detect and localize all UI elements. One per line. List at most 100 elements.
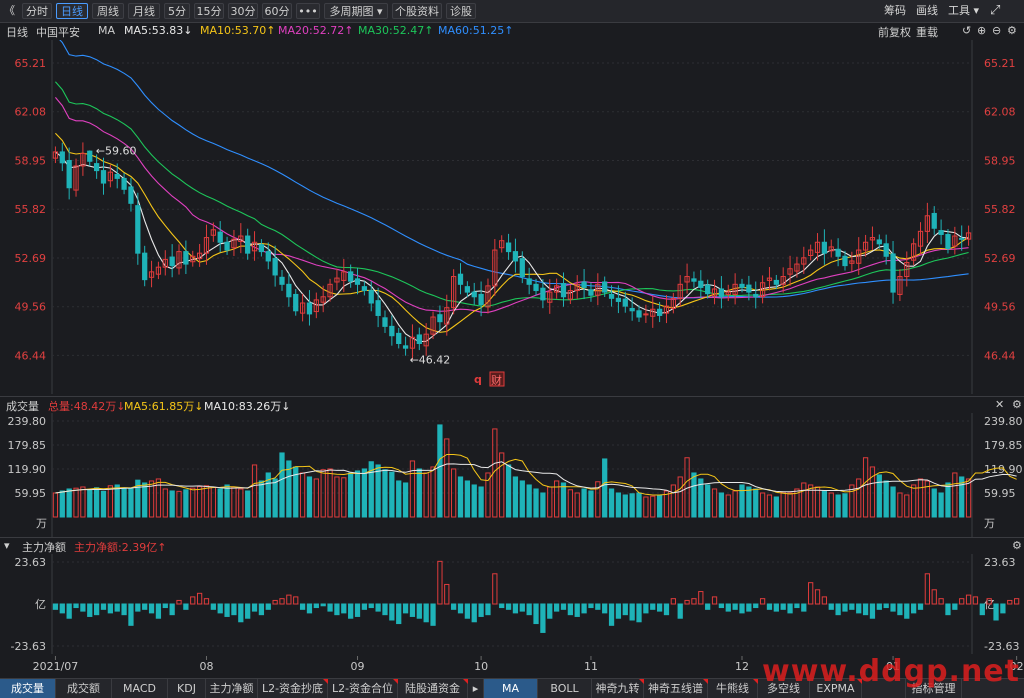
volume-bar <box>773 496 779 518</box>
period-tab-10[interactable]: 个股资料 <box>392 3 442 19</box>
volume-bar <box>196 486 203 518</box>
indicator-tab-4[interactable]: 主力净额 <box>206 679 258 698</box>
volume-bar <box>272 478 278 518</box>
volume-bar <box>602 458 608 518</box>
period-tab-4[interactable]: 5分 <box>164 3 190 19</box>
zoom-out-icon[interactable]: ⊖ <box>992 24 1001 37</box>
period-tab-1[interactable]: 日线 <box>56 3 88 19</box>
volume-bar <box>306 476 313 518</box>
info-adjust_label[interactable]: 前复权 <box>878 24 911 40</box>
flow-bar <box>1000 603 1006 614</box>
period-tab-3[interactable]: 月线 <box>128 3 160 19</box>
flow-bar <box>739 603 745 614</box>
period-tab-9[interactable]: 多周期图 ▾ <box>324 3 388 19</box>
flow-bar <box>547 603 553 619</box>
flow-bar <box>437 560 443 605</box>
volume-bar <box>553 480 560 518</box>
flow-tick-left: -23.63 <box>11 640 46 653</box>
expand-icon[interactable]: ⤢ <box>990 3 1000 19</box>
period-tab-0[interactable]: 分时 <box>22 3 52 19</box>
volume-header: 成交量 总量:48.42万↓ MA5:61.85万↓ MA10:83.26万↓ ✕ ⚙ <box>0 396 1024 414</box>
indicator-tab-10[interactable]: BOLL <box>538 679 592 698</box>
candle-body <box>396 332 402 345</box>
volume-bar <box>656 494 663 518</box>
toolbar-right-0[interactable]: 筹码 <box>884 3 906 19</box>
flow-bar <box>121 603 127 616</box>
volume-bar <box>176 490 182 518</box>
candle-body <box>128 186 134 204</box>
indicator-tab-3[interactable]: KDJ <box>168 679 206 698</box>
flow-bar <box>148 603 155 614</box>
info-reload_label[interactable]: 重载 <box>916 24 938 40</box>
indicator-tab-9[interactable]: MA <box>484 679 538 698</box>
flow-value-label: 主力净额:2.39亿↑ <box>74 541 167 554</box>
volume-bar <box>348 472 354 518</box>
flow-bar <box>80 603 86 612</box>
indicator-tab-8[interactable]: ▸ <box>468 679 484 698</box>
undo-icon[interactable]: ↺ <box>962 24 971 37</box>
toolbar-right-2[interactable]: 工具 ▾ <box>948 3 979 19</box>
volume-bar <box>279 452 285 518</box>
price-tick-right: 52.69 <box>984 252 1016 265</box>
period-tab-6[interactable]: 30分 <box>228 3 258 19</box>
flow-settings-icon[interactable]: ⚙ <box>1012 539 1022 552</box>
flow-bar <box>684 599 690 605</box>
indicator-tab-11[interactable]: 神奇九转 <box>592 679 644 698</box>
period-tab-11[interactable]: 诊股 <box>446 3 476 19</box>
period-tab-2[interactable]: 周线 <box>92 3 124 19</box>
zoom-in-icon[interactable]: ⊕ <box>977 24 986 37</box>
flow-bar <box>574 603 580 617</box>
price-chart[interactable]: 65.21 65.21 62.08 62.08 58.95 58.95 55.82 55.82… <box>0 34 1024 394</box>
indicator-tab-12[interactable]: 神奇五线谱 <box>644 679 708 698</box>
back-icon[interactable]: 《 <box>4 3 18 19</box>
flow-bar <box>348 603 354 619</box>
flow-bar <box>540 603 546 633</box>
indicator-tab-2[interactable]: MACD <box>112 679 168 698</box>
flow-bar <box>306 603 313 614</box>
indicator-infobar: 日线 中国平安 MA MA5:53.83↓ MA10:53.70↑ MA20:52.72↑… <box>0 22 1024 40</box>
volume-bar <box>705 484 711 518</box>
flow-bar <box>533 603 539 625</box>
volume-bar <box>444 438 450 518</box>
volume-tick-left: 59.95 <box>15 487 47 500</box>
price-tick-left: 52.69 <box>15 252 47 265</box>
volume-bar <box>382 469 388 518</box>
flow-tick-left: 亿 <box>35 598 46 611</box>
volume-bar <box>890 486 896 518</box>
indicator-tab-13[interactable]: 牛熊线 <box>708 679 758 698</box>
volume-bar <box>313 478 319 518</box>
flow-collapse-icon[interactable]: ▾ <box>4 539 10 552</box>
settings-icon[interactable]: ⚙ <box>1007 24 1017 37</box>
candle-body <box>842 255 848 267</box>
volume-close-icon[interactable]: ✕ <box>995 398 1004 411</box>
volume-bar <box>107 485 113 518</box>
indicator-tab-6[interactable]: L2-资金合位 <box>328 679 398 698</box>
volume-chart[interactable]: 239.80 239.80179.85 179.85119.90 119.9059.9… <box>0 413 1024 537</box>
period-tab-8[interactable]: ••• <box>296 3 320 19</box>
volume-bar <box>224 484 230 518</box>
flow-bar <box>952 603 958 610</box>
flow-chart[interactable]: 23.63 23.63 亿 亿 -23.63 -23.63 <box>0 554 1024 654</box>
volume-settings-icon[interactable]: ⚙ <box>1012 398 1022 411</box>
info-ma5: MA5:53.83↓ <box>124 24 193 37</box>
flow-bar <box>725 603 731 612</box>
candle-body <box>471 291 477 298</box>
volume-bar <box>615 492 622 518</box>
flow-bar <box>457 603 464 614</box>
period-tab-7[interactable]: 60分 <box>262 3 292 19</box>
indicator-tab-5[interactable]: L2-资金抄底 <box>258 679 328 698</box>
volume-bar <box>478 486 484 518</box>
flow-bar <box>361 603 368 610</box>
indicator-tab-0[interactable]: 成交量 <box>0 679 56 698</box>
volume-bar <box>210 486 216 518</box>
period-tab-5[interactable]: 15分 <box>194 3 224 19</box>
info-stock_name: 中国平安 <box>36 26 80 39</box>
indicator-tab-1[interactable]: 成交额 <box>56 679 112 698</box>
volume-tick-right: 239.80 <box>984 415 1023 428</box>
time-label: 11 <box>584 660 598 673</box>
toolbar-right-1[interactable]: 画线 <box>916 3 938 19</box>
flow-bar <box>711 596 718 605</box>
indicator-tab-7[interactable]: 陆股通资金 <box>398 679 468 698</box>
flow-bar <box>478 603 484 617</box>
flow-bar <box>162 603 168 609</box>
